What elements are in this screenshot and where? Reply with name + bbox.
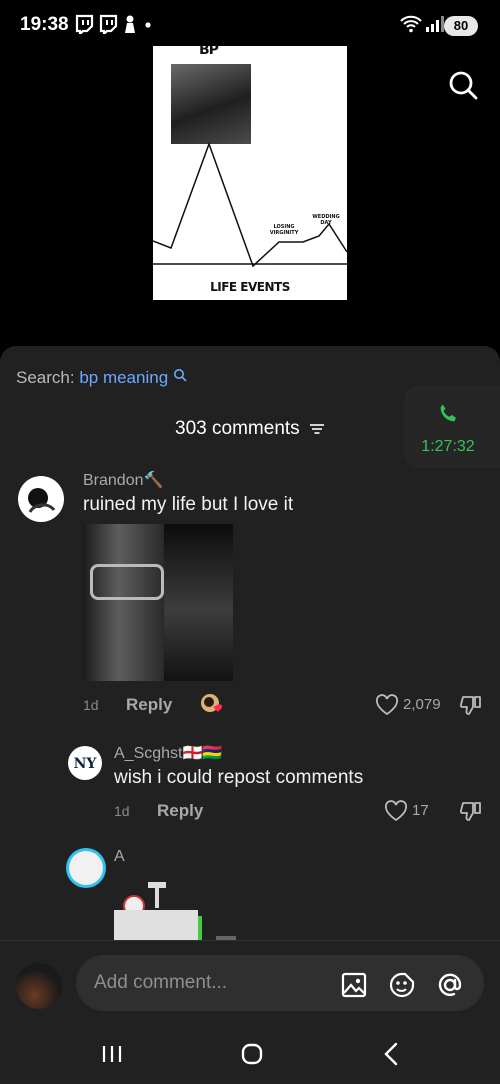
avatar-inner (69, 851, 103, 885)
poster-footer: LIFE EVENTS (210, 280, 290, 294)
comment-image-glasses (90, 564, 164, 600)
comment-image-face-right (164, 524, 233, 681)
related-search-query[interactable]: bp meaning (79, 368, 168, 387)
recent-apps-icon[interactable] (98, 1040, 126, 1068)
person-notification-icon (125, 15, 135, 33)
call-timer: 1:27:32 (421, 438, 475, 455)
poster-label-losing: LOSING VIRGINITY (269, 224, 299, 236)
svg-text:NY: NY (74, 756, 98, 772)
related-search[interactable]: Search: bp meaning (16, 368, 187, 388)
avatar-illustration (28, 488, 56, 513)
twitch-icon (75, 14, 94, 34)
dislike-icon[interactable] (459, 800, 483, 822)
comment-username[interactable]: A (114, 848, 125, 866)
comment-username[interactable]: Brandon🔨 (83, 470, 163, 490)
reply-button[interactable]: Reply (157, 801, 203, 821)
avatar[interactable]: NY (68, 746, 102, 780)
video-player[interactable]: BP LOSING VIRGINITY WEDDING DAY LIFE EVE… (0, 0, 500, 360)
filter-icon[interactable] (309, 422, 325, 436)
status-time: 19:38 (20, 14, 69, 35)
status-bar: 19:38 80 (0, 0, 500, 52)
system-navigation-bar (0, 1024, 500, 1084)
like-count: 2,079 (403, 696, 441, 713)
dislike-icon[interactable] (459, 694, 483, 716)
comment-image-face-left (82, 524, 164, 681)
phone-icon (440, 404, 456, 422)
more-notifications-dot-icon (145, 22, 151, 28)
comment-input[interactable] (76, 955, 484, 1011)
poster-line-graph (153, 141, 347, 268)
search-icon (173, 369, 187, 382)
related-search-prefix: Search: (16, 368, 80, 387)
ongoing-call-pill[interactable]: 1:27:32 (404, 386, 500, 468)
comment-sticker-image[interactable] (112, 880, 242, 942)
video-frame-poster: BP LOSING VIRGINITY WEDDING DAY LIFE EVE… (153, 46, 347, 300)
back-icon[interactable] (378, 1040, 406, 1068)
comment-count: 303 comments (175, 418, 300, 439)
battery-indicator: 80 (444, 16, 478, 36)
comment-date: 1d (114, 803, 130, 819)
emoji-sticker-icon[interactable] (388, 971, 416, 999)
comment-text: ruined my life but I love it (83, 494, 294, 515)
my-avatar[interactable] (16, 963, 62, 1009)
poster-label-wedding: WEDDING DAY (312, 214, 340, 226)
comment-date: 1d (83, 697, 99, 713)
avatar[interactable] (18, 476, 64, 522)
comment-text: wish i could repost comments (114, 767, 364, 788)
creator-liked-icon (201, 694, 223, 712)
twitch-icon (99, 14, 118, 34)
signal-icon (426, 16, 444, 32)
home-icon[interactable] (238, 1040, 266, 1068)
like-count: 17 (412, 802, 429, 819)
avatar[interactable] (66, 848, 106, 888)
mention-icon[interactable] (436, 971, 464, 999)
comment-composer (0, 940, 500, 1024)
like-heart-icon[interactable] (375, 694, 399, 716)
like-heart-icon[interactable] (384, 800, 408, 822)
comment-username[interactable]: A_Scghst🏴󠁧󠁢󠁥󠁮󠁧󠁿🇲🇺 (114, 743, 222, 763)
search-icon[interactable] (448, 70, 478, 100)
image-icon[interactable] (340, 971, 368, 999)
reply-button[interactable]: Reply (126, 695, 172, 715)
comment-image[interactable] (82, 524, 233, 681)
yankees-logo-icon: NY (74, 756, 98, 772)
wifi-icon (400, 15, 422, 33)
